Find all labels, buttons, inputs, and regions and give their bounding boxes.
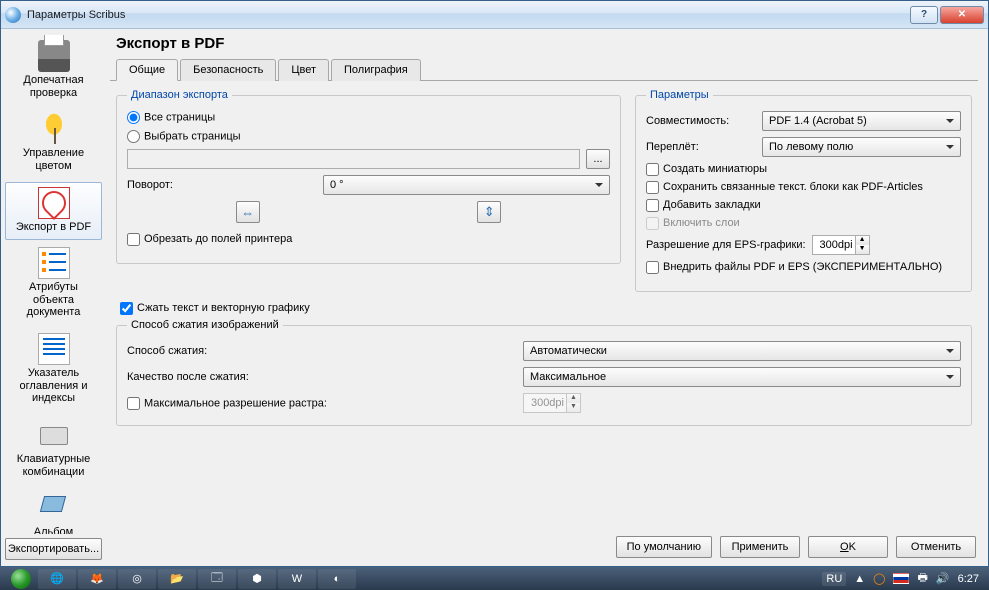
pdf-icon	[38, 187, 70, 219]
start-button[interactable]	[4, 567, 38, 590]
tab-row: Общие Безопасность Цвет Полиграфия	[110, 58, 978, 81]
compat-select[interactable]: PDF 1.4 (Acrobat 5)	[762, 111, 961, 131]
sidebar-item-preflight[interactable]: Допечатная проверка	[5, 35, 102, 106]
taskbar-app-2[interactable]: 🦊	[78, 569, 116, 589]
windows-orb-icon	[11, 569, 31, 589]
layers-checkbox: Включить слои	[646, 217, 740, 229]
tray-icon[interactable]: 🖶	[917, 569, 927, 588]
taskbar-app-5[interactable]: 🗔	[198, 569, 236, 589]
taskbar-app-7[interactable]: W	[278, 569, 316, 589]
compression-quality-select[interactable]: Максимальное	[523, 367, 961, 387]
close-button[interactable]	[940, 6, 984, 24]
page-title: Экспорт в PDF	[110, 35, 978, 52]
tab-general[interactable]: Общие	[116, 59, 178, 81]
compression-method-select[interactable]: Автоматически	[523, 341, 961, 361]
tray-icon[interactable]: ▲	[854, 573, 865, 585]
embed-pdf-checkbox[interactable]: Внедрить файлы PDF и EPS (ЭКСПЕРИМЕНТАЛЬ…	[646, 261, 942, 273]
taskbar[interactable]: 🌐 🦊 ◎ 📂 🗔 ⬢ W ◐ RU ▲ ◯ 🖶 🔊 6:27	[0, 567, 989, 590]
apply-button[interactable]: Применить	[720, 536, 800, 558]
ok-button[interactable]: OOKK	[808, 536, 888, 558]
eps-res-spinner[interactable]: ▲▼	[812, 235, 870, 255]
taskbar-app-4[interactable]: 📂	[158, 569, 196, 589]
taskbar-app-8[interactable]: ◐	[318, 569, 356, 589]
max-res-checkbox[interactable]: Максимальное разрешение растра:	[127, 397, 517, 410]
keyboard-icon	[38, 419, 70, 451]
compat-label: Совместимость:	[646, 115, 756, 127]
tab-color[interactable]: Цвет	[278, 59, 329, 81]
group-legend: Способ сжатия изображений	[127, 319, 283, 331]
articles-checkbox[interactable]: Сохранить связанные текст. блоки как PDF…	[646, 181, 923, 193]
thumbnails-checkbox[interactable]: Создать миниатюры	[646, 163, 767, 175]
sidebar-item-toc[interactable]: Указатель оглавления и индексы	[5, 328, 102, 412]
sidebar: Допечатная проверка Управление цветом Эк…	[1, 29, 106, 566]
defaults-button[interactable]: По умолчанию	[616, 536, 712, 558]
window-title: Параметры Scribus	[27, 9, 910, 21]
compression-method-label: Способ сжатия:	[127, 345, 517, 357]
radio-all-pages[interactable]: Все страницы	[127, 111, 215, 124]
index-icon	[38, 333, 70, 365]
binding-select[interactable]: По левому полю	[762, 137, 961, 157]
dialog-footer: По умолчанию Применить OOKK Отменить	[616, 536, 976, 558]
client-area: Допечатная проверка Управление цветом Эк…	[1, 29, 988, 566]
max-res-spinner: ▲▼	[523, 393, 581, 413]
bookmarks-checkbox[interactable]: Добавить закладки	[646, 199, 761, 211]
group-parameters: Параметры Совместимость: PDF 1.4 (Acroba…	[635, 89, 972, 292]
scrapbook-icon	[38, 492, 70, 524]
eps-res-label: Разрешение для EPS-графики:	[646, 239, 806, 251]
tab-prepress[interactable]: Полиграфия	[331, 59, 421, 81]
export-settings-button[interactable]: Экспортировать...	[5, 538, 102, 560]
printer-icon	[38, 40, 70, 72]
compress-text-checkbox[interactable]: Сжать текст и векторную графику	[120, 302, 310, 314]
system-tray[interactable]: RU ▲ ◯ 🖶 🔊 6:27	[822, 569, 985, 588]
app-icon	[5, 7, 21, 23]
taskbar-app-1[interactable]: 🌐	[38, 569, 76, 589]
radio-select-pages[interactable]: Выбрать страницы	[127, 130, 241, 143]
clock[interactable]: 6:27	[958, 573, 979, 585]
tray-icon[interactable]: 🔊	[936, 572, 950, 585]
taskbar-app-6[interactable]: ⬢	[238, 569, 276, 589]
pages-input[interactable]	[127, 149, 580, 169]
group-legend: Параметры	[646, 89, 713, 101]
binding-label: Переплёт:	[646, 141, 756, 153]
help-button[interactable]	[910, 6, 938, 24]
rotation-label: Поворот:	[127, 179, 317, 191]
language-indicator[interactable]: RU	[822, 572, 846, 586]
sidebar-item-color[interactable]: Управление цветом	[5, 108, 102, 179]
taskbar-app-3[interactable]: ◎	[118, 569, 156, 589]
rotation-select[interactable]: 0 °	[323, 175, 610, 195]
sidebar-item-pdf-export[interactable]: Экспорт в PDF	[5, 182, 102, 241]
dialog-window: Параметры Scribus Допечатная проверка Уп…	[0, 0, 989, 567]
cancel-button[interactable]: Отменить	[896, 536, 976, 558]
group-export-range: Диапазон экспорта Все страницы Выбрать с…	[116, 89, 621, 264]
mirror-horizontal-button[interactable]: ⇔	[236, 201, 260, 223]
tray-icon[interactable]: ◯	[873, 572, 885, 585]
flag-icon[interactable]	[893, 573, 909, 584]
mirror-vertical-button[interactable]: ⇕	[477, 201, 501, 223]
main-panel: Экспорт в PDF Общие Безопасность Цвет По…	[106, 29, 988, 566]
group-image-compression: Способ сжатия изображений Способ сжатия:…	[116, 319, 972, 426]
pages-picker-button[interactable]: ...	[586, 149, 610, 169]
tab-body: Диапазон экспорта Все страницы Выбрать с…	[110, 81, 978, 560]
sidebar-item-shortcuts[interactable]: Клавиатурные комбинации	[5, 414, 102, 485]
attributes-icon	[38, 247, 70, 279]
sidebar-item-attributes[interactable]: Атрибуты объекта документа	[5, 242, 102, 326]
sidebar-item-scrapbook[interactable]: Альбом	[5, 487, 102, 534]
group-legend: Диапазон экспорта	[127, 89, 232, 101]
tab-security[interactable]: Безопасность	[180, 59, 276, 81]
compression-quality-label: Качество после сжатия:	[127, 371, 517, 383]
titlebar[interactable]: Параметры Scribus	[1, 1, 988, 29]
clip-to-margins-checkbox[interactable]: Обрезать до полей принтера	[127, 233, 292, 245]
umbrella-icon	[38, 113, 70, 145]
